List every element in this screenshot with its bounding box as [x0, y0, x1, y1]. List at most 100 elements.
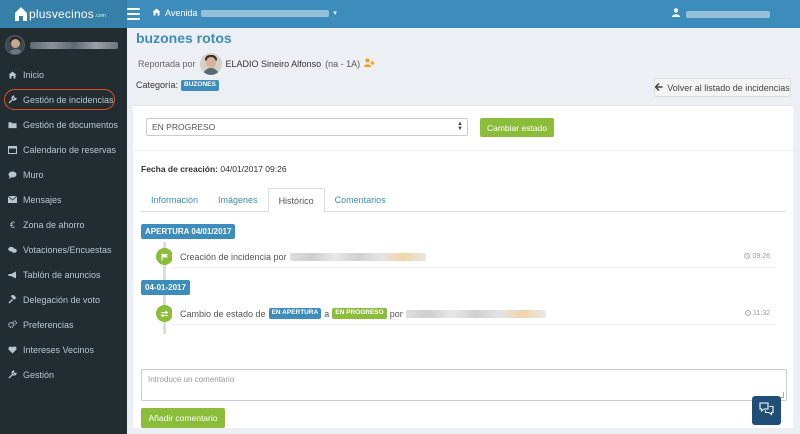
creation-date-label: Fecha de creación:	[141, 164, 219, 174]
status-selected-value: EN PROGRESO	[152, 122, 216, 132]
community-selector[interactable]: Avenida ▾	[152, 8, 337, 18]
sidebar-item-label: Tablón de anuncios	[23, 269, 101, 280]
add-comment-button[interactable]: Añadir comentario	[141, 408, 225, 428]
tab-comentarios[interactable]: Comentarios	[325, 188, 396, 212]
timeline-time-value: 11:32	[753, 310, 770, 317]
logo-text: plusvecinos	[29, 7, 94, 21]
reporter-avatar	[199, 53, 222, 75]
timeline-time: 09:26	[744, 252, 770, 261]
comments-icon	[8, 245, 17, 254]
timeline-time: 11:32	[745, 309, 770, 318]
tab-imagenes[interactable]: Imágenes	[208, 188, 268, 212]
tabs: Información Imágenes Histórico Comentari…	[141, 188, 786, 213]
reporter-name: ELADIO Sineiro Alfonso	[225, 59, 322, 69]
sidebar-item-label: Preferencias	[23, 319, 74, 330]
reported-by: Reportada por ELADIO Sineiro Alfonso (na…	[138, 53, 375, 75]
timeline-time-value: 09:26	[752, 253, 770, 260]
timeline-label: APERTURA 04/01/2017	[141, 224, 236, 239]
reported-by-label: Reportada por	[138, 59, 196, 69]
user-panel	[0, 28, 127, 62]
user-menu[interactable]	[672, 8, 770, 20]
sidebar-item-votaciones[interactable]: Votaciones/Encuestas	[0, 237, 127, 262]
connector-text: a	[324, 308, 330, 319]
sidebar-item-muro[interactable]: Muro	[0, 162, 127, 187]
divider	[133, 150, 793, 151]
home-icon	[152, 8, 161, 18]
sidebar-item-gestion-documentos[interactable]: Gestión de documentos	[0, 112, 127, 137]
sidebar-item-label: Gestión de incidencias	[23, 94, 114, 105]
category-label: Categoría:	[136, 80, 179, 91]
sidebar-item-label: Gestión	[23, 369, 55, 380]
caret-down-icon: ▾	[333, 10, 337, 17]
blurred-address	[201, 9, 330, 17]
sidebar-item-label: Calendario de reservas	[23, 144, 117, 155]
status-select[interactable]: EN PROGRESO ▲ ▼	[146, 118, 468, 136]
sidebar-toggle-icon[interactable]	[127, 5, 143, 23]
sidebar-item-gestion[interactable]: Gestión	[0, 362, 127, 387]
page-title: buzones rotos	[136, 30, 232, 46]
timeline-item-text: Cambio de estado de	[180, 308, 266, 319]
comment-placeholder: Introduce un comentario	[148, 375, 235, 384]
calendar-icon	[8, 145, 17, 154]
tab-informacion[interactable]: Información	[141, 188, 208, 212]
comment-input[interactable]: Introduce un comentario	[141, 369, 787, 401]
blurred-user-name	[405, 309, 546, 318]
sidebar-item-inicio[interactable]: Inicio	[0, 62, 127, 87]
wrench-icon	[8, 95, 17, 104]
sidebar-item-tablon-anuncios[interactable]: Tablón de anuncios	[0, 262, 127, 287]
to-state-badge: EN PROGRESO	[332, 308, 387, 319]
timeline-label: 04-01-2017	[141, 280, 190, 295]
avatar	[5, 35, 25, 55]
change-status-button[interactable]: Cambiar estado	[480, 118, 554, 137]
timeline-item-text: Creación de incidencia por	[180, 251, 287, 262]
blurred-user-name	[686, 10, 770, 18]
reporter-unit: (na - 1A)	[325, 59, 361, 69]
chat-icon	[759, 402, 774, 419]
sidebar-item-mensajes[interactable]: Mensajes	[0, 187, 127, 212]
sidebar-item-zona-ahorro[interactable]: € Zona de ahorro	[0, 212, 127, 237]
sidebar-item-label: Votaciones/Encuestas	[23, 244, 112, 255]
main-content: buzones rotos Reportada por ELADIO Sinei…	[127, 28, 800, 434]
sidebar-item-label: Mensajes	[23, 194, 62, 205]
user-plus-icon[interactable]	[364, 58, 375, 70]
suffix-text: por	[389, 308, 403, 319]
sidebar-item-delegacion-voto[interactable]: Delegación de voto	[0, 287, 127, 312]
sidebar-item-label: Zona de ahorro	[23, 219, 85, 230]
envelope-icon	[8, 195, 17, 204]
sidebar-item-label: Muro	[23, 169, 44, 180]
sidebar: Inicio Gestión de incidencias Gestión de…	[0, 28, 127, 434]
community-name: Avenida	[165, 8, 198, 18]
house-logo-icon	[14, 6, 28, 22]
sidebar-item-intereses-vecinos[interactable]: Intereses Vecinos	[0, 337, 127, 362]
user-icon	[672, 8, 680, 20]
timeline-item: Cambio de estado de EN APERTURA a EN PRO…	[172, 303, 776, 325]
tab-historico[interactable]: Histórico	[267, 188, 325, 213]
back-to-list-label: Volver al listado de incidencias	[667, 82, 790, 93]
category: Categoría: BUZONES	[136, 80, 219, 91]
timeline-item: Creación de incidencia por 09:26	[172, 246, 776, 268]
creation-date-value: 04/01/2017 09:26	[220, 164, 287, 174]
folder-icon	[8, 120, 17, 129]
logo[interactable]: plusvecinos .com	[0, 0, 127, 28]
category-badge: BUZONES	[181, 80, 219, 91]
wrench-icon	[8, 370, 17, 379]
sidebar-item-label: Delegación de voto	[23, 294, 101, 305]
back-to-list-button[interactable]: Volver al listado de incidencias	[654, 78, 791, 97]
chat-button[interactable]	[752, 396, 781, 425]
flag-icon	[156, 248, 173, 265]
euro-icon: €	[9, 219, 15, 230]
heart-icon	[8, 345, 17, 354]
clock-icon	[744, 252, 751, 261]
sidebar-item-label: Inicio	[23, 69, 45, 80]
clock-icon	[745, 309, 751, 318]
sidebar-menu: Inicio Gestión de incidencias Gestión de…	[0, 62, 127, 387]
sidebar-item-label: Intereses Vecinos	[23, 344, 95, 355]
sidebar-item-gestion-incidencias[interactable]: Gestión de incidencias	[0, 87, 127, 112]
select-arrows-icon: ▲ ▼	[457, 121, 463, 132]
sidebar-item-calendario-reservas[interactable]: Calendario de reservas	[0, 137, 127, 162]
from-state-badge: EN APERTURA	[268, 308, 322, 319]
creation-date: Fecha de creación: 04/01/2017 09:26	[141, 164, 287, 174]
comment-icon	[8, 170, 17, 179]
sidebar-item-preferencias[interactable]: Preferencias	[0, 312, 127, 337]
blurred-user-name	[30, 41, 118, 49]
